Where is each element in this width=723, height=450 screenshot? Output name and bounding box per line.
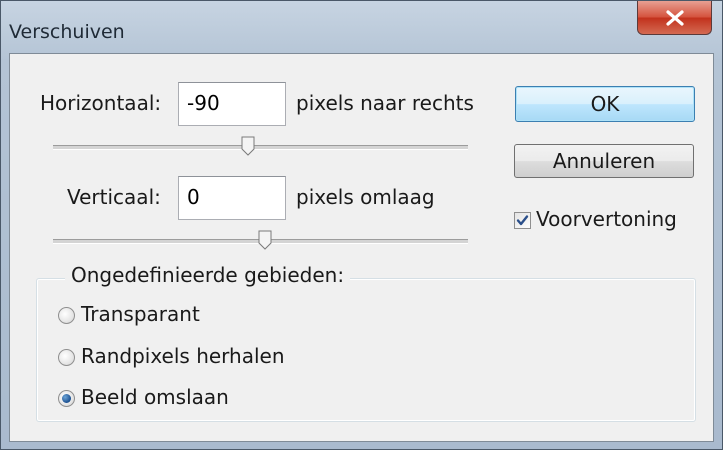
- radio-wrap-around-label: Beeld omslaan: [81, 385, 229, 409]
- vertical-offset-input[interactable]: 0: [178, 176, 286, 220]
- horizontal-label: Horizontaal:: [40, 91, 162, 115]
- horizontal-slider[interactable]: [53, 134, 468, 164]
- horizontal-offset-input[interactable]: -90: [178, 82, 286, 126]
- radio-transparent-label: Transparant: [81, 302, 200, 326]
- close-button[interactable]: [637, 1, 712, 35]
- close-icon: [665, 9, 684, 26]
- horizontal-slider-track: [53, 145, 468, 150]
- radio-transparent-circle[interactable]: [58, 307, 75, 324]
- cancel-button[interactable]: Annuleren: [514, 144, 694, 178]
- radio-repeat-edge-pixels-label: Randpixels herhalen: [81, 344, 285, 368]
- undefined-areas-legend: Ongedefinieerde gebieden:: [65, 263, 351, 287]
- title-bar[interactable]: Verschuiven: [1, 1, 722, 53]
- preview-label: Voorvertoning: [536, 207, 677, 231]
- vertical-label: Verticaal:: [67, 185, 161, 209]
- radio-wrap-around-circle[interactable]: [58, 390, 75, 407]
- horizontal-slider-thumb[interactable]: [241, 136, 255, 156]
- checkmark-icon: [516, 215, 529, 226]
- preview-checkbox-box[interactable]: [514, 212, 531, 229]
- dialog-window: Verschuiven Horizontaal: -90 pixels naar…: [0, 0, 723, 450]
- radio-repeat-edge-pixels[interactable]: Randpixels herhalen: [58, 344, 358, 374]
- vertical-unit-label: pixels omlaag: [296, 185, 435, 209]
- radio-repeat-edge-pixels-circle[interactable]: [58, 349, 75, 366]
- dialog-body: Horizontaal: -90 pixels naar rechts Vert…: [9, 53, 714, 442]
- vertical-slider-thumb[interactable]: [258, 230, 272, 250]
- radio-transparent[interactable]: Transparant: [58, 302, 308, 332]
- radio-wrap-around[interactable]: Beeld omslaan: [58, 385, 308, 415]
- window-title: Verschuiven: [9, 21, 125, 43]
- horizontal-unit-label: pixels naar rechts: [296, 91, 474, 115]
- vertical-slider[interactable]: [53, 228, 468, 258]
- ok-button[interactable]: OK: [515, 86, 695, 122]
- preview-checkbox[interactable]: Voorvertoning: [514, 206, 709, 236]
